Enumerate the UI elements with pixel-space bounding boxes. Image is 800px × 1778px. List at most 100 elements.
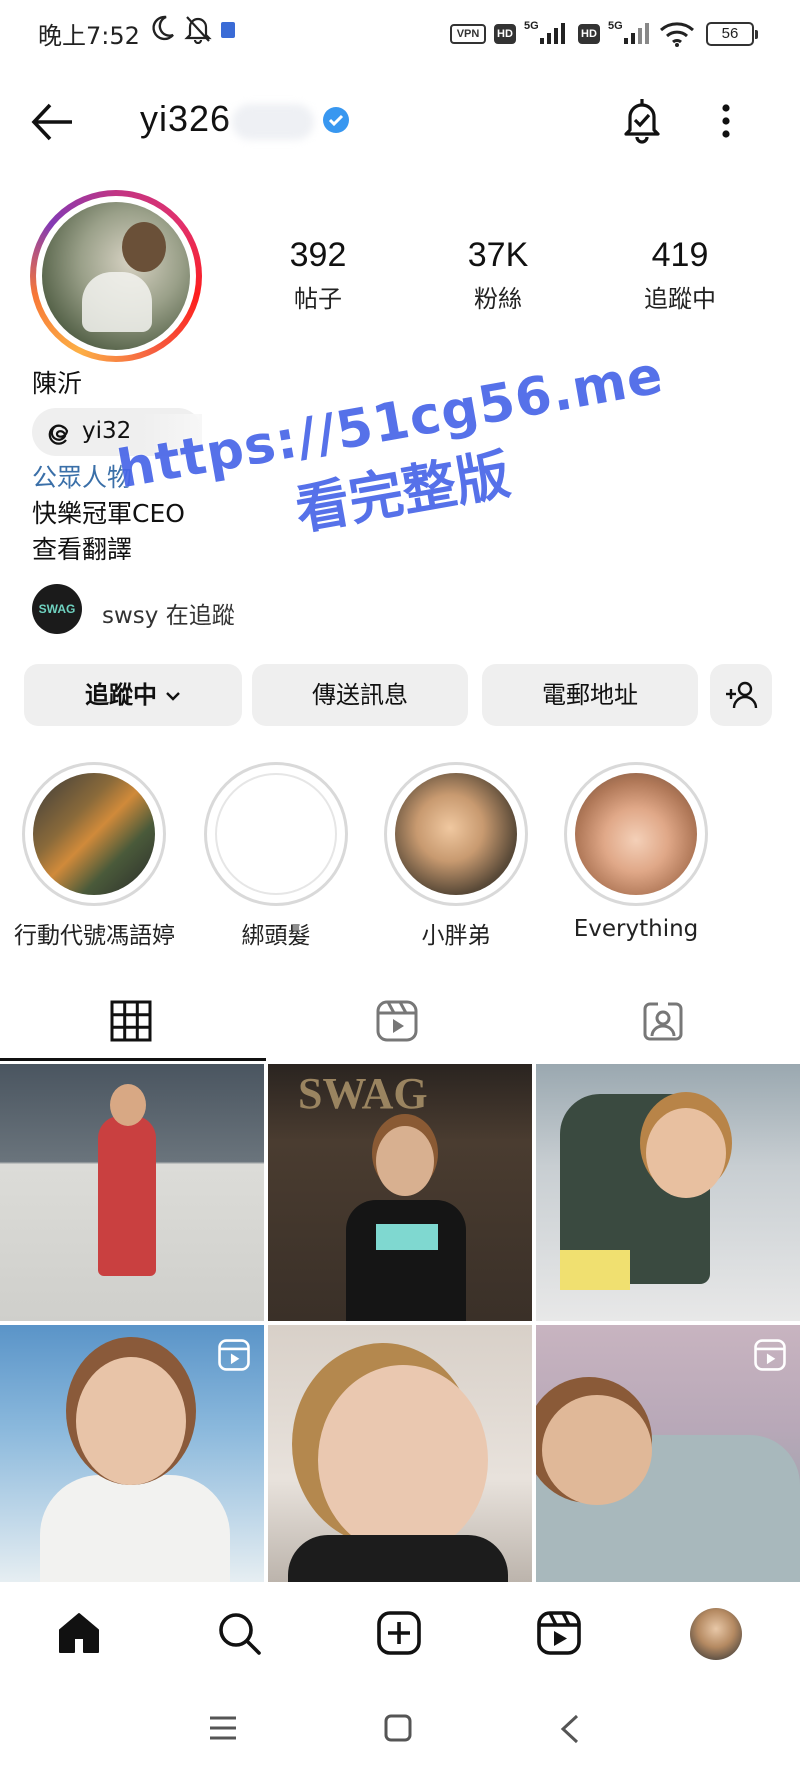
stat-following-label: 追蹤中	[644, 285, 716, 313]
bio-line: 快樂冠軍CEO	[32, 499, 185, 528]
battery-indicator: 56	[706, 22, 758, 46]
post-figure-head	[318, 1365, 488, 1555]
post-sign-text: SWAG	[298, 1069, 428, 1118]
highlight-ring	[22, 762, 166, 906]
threads-handle: yi32	[82, 418, 132, 444]
system-back-icon[interactable]	[560, 1714, 580, 1744]
grid-post[interactable]	[0, 1064, 264, 1321]
reel-indicator-icon	[754, 1339, 786, 1371]
tab-tagged[interactable]	[532, 980, 798, 1062]
highlight-ring	[204, 762, 348, 906]
grid-icon	[110, 1000, 152, 1042]
threads-link[interactable]: yi32	[32, 408, 202, 456]
email-button-label: 電郵地址	[542, 681, 638, 709]
add-user-icon	[726, 681, 758, 709]
moon-icon	[152, 15, 174, 41]
grid-post[interactable]	[0, 1325, 264, 1582]
posts-grid: SWAG	[0, 1064, 800, 1582]
hd-badge-2: HD	[578, 24, 600, 44]
avatar-image	[42, 202, 190, 350]
stat-followers-label: 粉絲	[474, 285, 522, 313]
stat-posts-label: 帖子	[294, 285, 342, 313]
vpn-badge: VPN	[450, 24, 486, 44]
home-square-icon[interactable]	[384, 1714, 412, 1742]
tab-posts-grid[interactable]	[0, 980, 266, 1062]
chevron-down-icon	[166, 692, 180, 701]
post-figure-head	[376, 1126, 434, 1196]
app-notification-icon	[221, 22, 235, 38]
highlight-label: 行動代號馮語婷	[14, 923, 175, 949]
username-redaction	[232, 104, 314, 140]
story-highlight[interactable]: Everything	[556, 762, 716, 942]
svg-text:5G: 5G	[608, 20, 623, 32]
highlight-label: Everything	[573, 916, 699, 942]
post-figure-head	[646, 1108, 726, 1198]
more-options-icon[interactable]	[720, 104, 732, 138]
bottom-navigation	[0, 1584, 800, 1684]
notification-bell-icon[interactable]	[620, 96, 664, 144]
see-translation-link[interactable]: 查看翻譯	[32, 530, 132, 566]
watermark-overlay: https://51cg56.me 看完整版	[109, 345, 690, 610]
profile-category: 公眾人物	[32, 463, 133, 492]
highlight-label: 小胖弟	[421, 923, 491, 949]
followed-by-text: swsy 在追蹤	[102, 603, 235, 629]
post-figure-head	[542, 1395, 652, 1505]
back-arrow-icon[interactable]	[30, 100, 76, 144]
system-navigation-bar	[0, 1690, 800, 1778]
threads-icon	[48, 424, 69, 445]
grid-post[interactable]: SWAG	[268, 1064, 532, 1321]
reels-icon	[376, 1000, 418, 1042]
svg-text:5G: 5G	[524, 20, 539, 32]
post-figure	[40, 1475, 230, 1582]
highlight-cover	[395, 773, 517, 895]
reel-indicator-icon	[218, 1339, 250, 1371]
hd-badge: HD	[494, 24, 516, 44]
profile-tabs	[0, 980, 800, 1062]
message-button[interactable]: 傳送訊息	[252, 664, 468, 726]
active-tab-indicator	[0, 1058, 266, 1061]
create-post-icon[interactable]	[376, 1610, 422, 1656]
bell-off-icon	[184, 16, 212, 44]
following-button-label: 追蹤中	[85, 681, 157, 709]
grid-post[interactable]	[536, 1325, 800, 1582]
status-time: 晚上7:52	[38, 22, 140, 50]
following-button[interactable]: 追蹤中	[24, 664, 242, 726]
menu-icon[interactable]	[208, 1714, 238, 1742]
post-figure-head	[110, 1084, 146, 1126]
grid-post[interactable]	[268, 1325, 532, 1582]
watermark-text: 看完整版	[290, 442, 515, 543]
reels-nav-icon[interactable]	[536, 1610, 582, 1656]
home-icon[interactable]	[56, 1610, 102, 1656]
signal-icon: 5G	[524, 20, 565, 44]
grid-post[interactable]	[536, 1064, 800, 1321]
highlight-cover	[33, 773, 155, 895]
threads-redaction	[142, 414, 202, 450]
signal-icon-2: 5G	[608, 20, 649, 44]
tab-reels[interactable]	[266, 980, 532, 1062]
email-button[interactable]: 電郵地址	[482, 664, 698, 726]
verified-badge-icon	[323, 107, 349, 133]
stat-posts[interactable]: 392 帖子	[248, 236, 388, 314]
stat-followers-value: 37K	[467, 236, 529, 274]
highlight-ring	[384, 762, 528, 906]
search-icon[interactable]	[216, 1610, 262, 1656]
post-figure	[346, 1200, 466, 1321]
story-highlight[interactable]: 行動代號馮語婷	[14, 762, 175, 950]
highlight-label: 綁頭髮	[241, 923, 311, 949]
profile-avatar[interactable]	[30, 190, 202, 362]
post-object	[560, 1250, 630, 1290]
story-highlight[interactable]: 綁頭髮	[196, 762, 356, 950]
post-figure-head	[76, 1357, 186, 1485]
stat-followers[interactable]: 37K 粉絲	[428, 236, 568, 314]
display-name: 陳沂	[32, 369, 83, 398]
wifi-icon	[660, 22, 694, 47]
highlight-ring	[564, 762, 708, 906]
status-bar: 晚上7:52 VPN HD 5G HD 5G 56	[0, 0, 800, 70]
stat-following-value: 419	[651, 236, 709, 274]
stat-following[interactable]: 419 追蹤中	[610, 236, 750, 314]
suggest-users-button[interactable]	[710, 664, 772, 726]
profile-nav-avatar[interactable]	[690, 1608, 742, 1660]
stat-posts-value: 392	[289, 236, 347, 274]
followed-by-avatar: SWAG	[32, 584, 82, 634]
story-highlight[interactable]: 小胖弟	[376, 762, 536, 950]
